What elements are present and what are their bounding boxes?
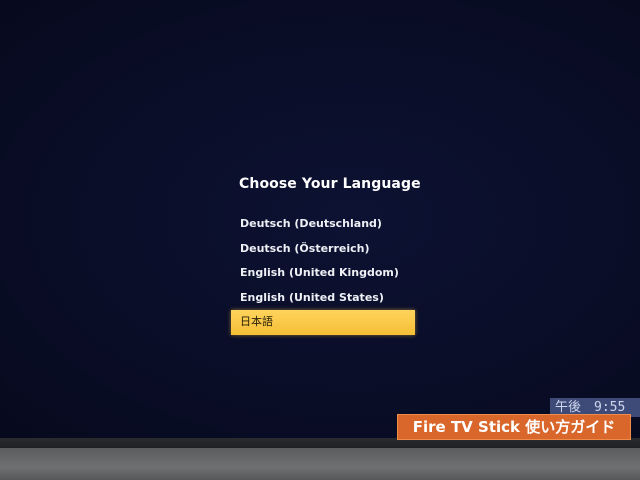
watermark-banner: Fire TV Stick 使い方ガイド (397, 414, 631, 440)
language-option-english-us[interactable]: English (United States) (231, 286, 415, 311)
tv-screen: Choose Your Language Deutsch (Deutschlan… (0, 0, 640, 438)
tv-photo: Choose Your Language Deutsch (Deutschlan… (0, 0, 640, 480)
language-option-japanese[interactable]: 日本語 (231, 310, 415, 335)
tv-stand (0, 448, 640, 480)
language-option-english-uk[interactable]: English (United Kingdom) (231, 261, 415, 286)
language-option-deutsch-deutschland[interactable]: Deutsch (Deutschland) (231, 212, 415, 237)
language-option-deutsch-osterreich[interactable]: Deutsch (Österreich) (231, 237, 415, 262)
page-title: Choose Your Language (239, 176, 421, 192)
language-list: Deutsch (Deutschland) Deutsch (Österreic… (231, 212, 415, 335)
